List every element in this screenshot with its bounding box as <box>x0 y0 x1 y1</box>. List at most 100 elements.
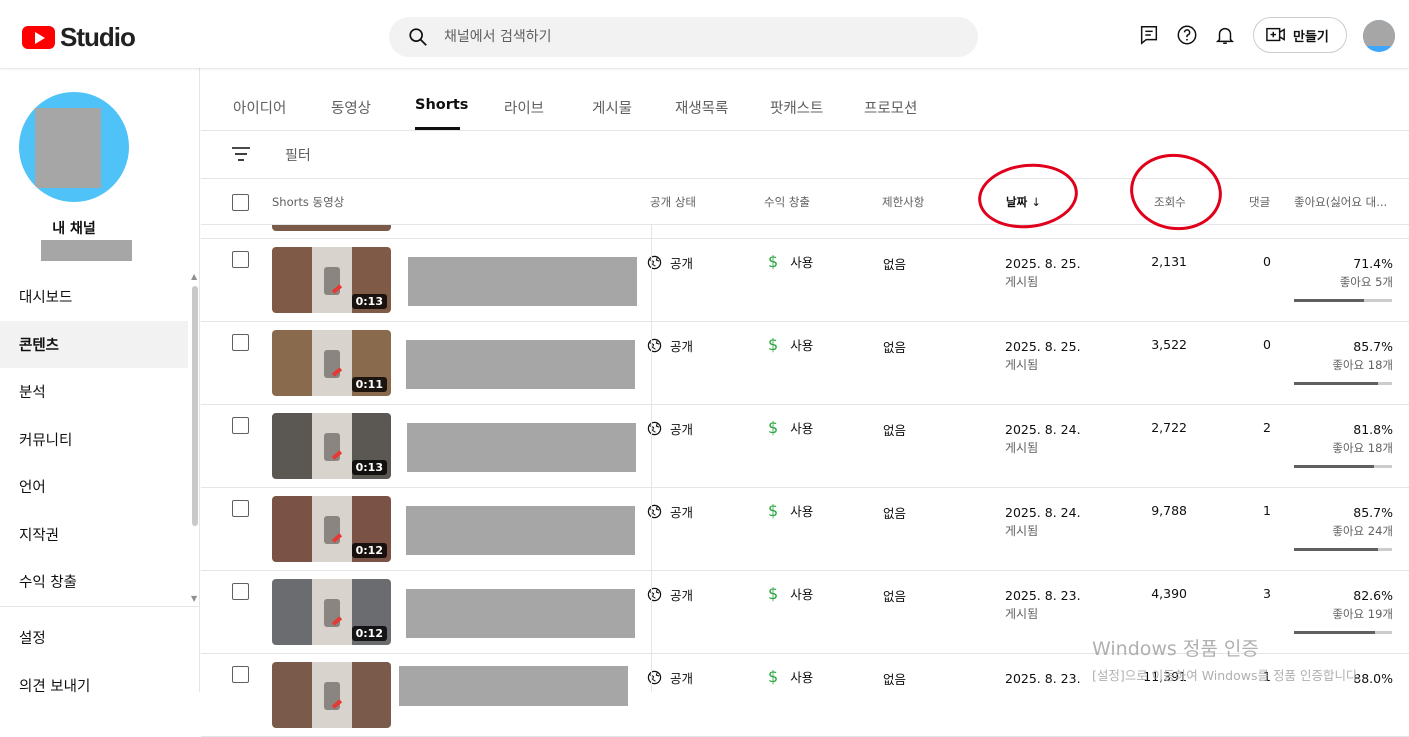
row-checkbox[interactable] <box>232 583 249 600</box>
video-thumbnail[interactable]: 0:12 <box>272 579 391 645</box>
monetization-cell[interactable]: $ 사용 <box>768 418 813 437</box>
video-thumbnail[interactable]: 0:13 <box>272 247 391 313</box>
tab-ideas[interactable]: 아이디어 <box>233 97 286 118</box>
column-header-restrictions[interactable]: 제한사항 <box>882 194 924 210</box>
like-ratio-bar <box>1294 299 1392 302</box>
dollar-icon: $ <box>768 252 779 271</box>
row-checkbox[interactable] <box>232 500 249 517</box>
visibility-cell[interactable]: 공개 <box>647 419 693 438</box>
like-ratio-fill <box>1294 382 1379 385</box>
redacted-video-title[interactable] <box>406 506 635 555</box>
scroll-down-arrow-icon[interactable]: ▼ <box>191 594 197 603</box>
column-header-monetization[interactable]: 수익 창출 <box>764 194 810 210</box>
like-ratio-fill <box>1294 299 1364 302</box>
like-percentage: 81.8% <box>1353 422 1393 437</box>
sidebar-scrollbar[interactable] <box>192 286 198 526</box>
tab-posts[interactable]: 게시물 <box>592 97 632 118</box>
create-button[interactable]: 만들기 <box>1253 17 1347 53</box>
search-icon <box>409 28 427 46</box>
table-row[interactable]: 0:11 공개 $ 사용 없음 2025. 8. 25. 게시됨 3,522 0 85.7% 좋아요… <box>201 322 1409 405</box>
content-tabs: 아이디어 동영상 Shorts 라이브 게시물 재생목록 팟캐스트 프로모션 <box>201 68 1409 131</box>
like-ratio-bar <box>1294 548 1392 551</box>
feedback-icon[interactable] <box>1138 24 1160 46</box>
date-cell: 2025. 8. 23. 게시됨 <box>1005 586 1081 624</box>
sidebar-item-monetization[interactable]: 수익 창출 <box>0 558 188 606</box>
publish-status: 게시됨 <box>1005 275 1039 289</box>
tab-videos[interactable]: 동영상 <box>331 97 371 118</box>
row-checkbox[interactable] <box>232 251 249 268</box>
column-header-comments[interactable]: 댓글 <box>1249 194 1270 210</box>
search-input[interactable] <box>444 29 944 45</box>
monetization-cell[interactable]: $ 사용 <box>768 335 813 354</box>
help-icon[interactable] <box>1176 24 1198 46</box>
table-row[interactable]: 0:13 공개 $ 사용 없음 2025. 8. 25. 게시됨 2,131 0 71.4% 좋아요… <box>201 239 1409 322</box>
filter-placeholder[interactable]: 필터 <box>285 145 311 165</box>
table-row[interactable]: 0:13 공개 $ 사용 없음 2025. 8. 24. 게시됨 2,722 2 81.8% 좋아요… <box>201 405 1409 488</box>
account-avatar[interactable] <box>1363 20 1395 52</box>
sidebar-item-community[interactable]: 커뮤니티 <box>0 416 188 464</box>
like-ratio-bar <box>1294 465 1392 468</box>
date-cell: 2025. 8. 24. 게시됨 <box>1005 503 1081 541</box>
dollar-icon: $ <box>768 501 779 520</box>
video-duration: 0:13 <box>351 294 387 309</box>
redacted-video-title[interactable] <box>407 423 636 472</box>
search-box[interactable] <box>389 17 978 57</box>
sidebar-item-analytics[interactable]: 분석 <box>0 368 188 416</box>
visibility-cell[interactable]: 공개 <box>647 585 694 604</box>
filter-icon[interactable] <box>231 145 251 163</box>
sidebar-item-feedback[interactable]: 의견 보내기 <box>0 662 188 710</box>
visibility-cell[interactable]: 공개 <box>647 336 693 355</box>
globe-icon <box>647 421 662 436</box>
monetization-cell[interactable]: $ 사용 <box>768 667 813 686</box>
sidebar-item-copyright[interactable]: 지작권 <box>0 511 188 559</box>
video-thumbnail[interactable]: 0:12 <box>272 496 391 562</box>
sidebar-item-language[interactable]: 언어 <box>0 463 188 511</box>
thumbnail-frame <box>312 662 352 728</box>
visibility-cell[interactable]: 공개 <box>647 668 693 687</box>
video-thumbnail[interactable] <box>272 662 391 728</box>
monetization-cell[interactable]: $ 사용 <box>768 252 813 271</box>
row-checkbox[interactable] <box>232 666 249 683</box>
tab-promotions[interactable]: 프로모션 <box>864 97 917 118</box>
thumbnail-frame <box>312 496 352 562</box>
tab-live[interactable]: 라이브 <box>504 97 544 118</box>
visibility-cell[interactable]: 공개 <box>647 502 693 521</box>
notifications-bell-icon[interactable] <box>1214 24 1236 46</box>
sidebar-item-content[interactable]: 콘텐츠 <box>0 320 188 368</box>
redacted-video-title[interactable] <box>399 666 628 706</box>
column-header-likes[interactable]: 좋아요(싫어요 대... <box>1294 194 1387 210</box>
monetization-cell[interactable]: $ 사용 <box>768 584 813 603</box>
video-thumbnail[interactable]: 0:11 <box>272 330 391 396</box>
filter-bar[interactable]: 필터 <box>201 131 1409 179</box>
row-checkbox[interactable] <box>232 417 249 434</box>
tab-shorts[interactable]: Shorts <box>415 97 468 113</box>
scroll-up-arrow-icon[interactable]: ▲ <box>191 272 197 281</box>
select-all-checkbox[interactable] <box>232 194 249 211</box>
tab-podcasts[interactable]: 팟캐스트 <box>770 97 823 118</box>
monetization-label: 사용 <box>790 421 814 436</box>
redacted-video-title[interactable] <box>408 257 637 306</box>
visibility-label: 공개 <box>670 588 694 603</box>
dollar-icon: $ <box>768 584 779 603</box>
dollar-icon: $ <box>768 418 779 437</box>
redacted-video-title[interactable] <box>406 340 635 389</box>
row-checkbox[interactable] <box>232 334 249 351</box>
monetization-cell[interactable]: $ 사용 <box>768 501 813 520</box>
sidebar-divider <box>0 606 200 607</box>
column-header-visibility[interactable]: 공개 상태 <box>644 194 696 210</box>
publish-status: 게시됨 <box>1005 524 1039 538</box>
sidebar-item-settings[interactable]: 설정 <box>0 614 188 662</box>
publish-date: 2025. 8. 24. <box>1005 505 1081 520</box>
studio-logo[interactable]: Studio <box>22 22 136 53</box>
redacted-video-title[interactable] <box>406 589 635 638</box>
create-video-icon <box>1266 27 1285 42</box>
video-thumbnail[interactable]: 0:13 <box>272 413 391 479</box>
table-row[interactable]: 0:12 공개 $ 사용 없음 2025. 8. 24. 게시됨 9,788 1 85.7% 좋아요… <box>201 488 1409 571</box>
restrictions-value: 없음 <box>883 506 907 521</box>
comments-value: 3 <box>1263 586 1271 601</box>
channel-avatar[interactable] <box>19 92 129 202</box>
tab-playlists[interactable]: 재생목록 <box>675 97 728 118</box>
visibility-cell[interactable]: 공개 <box>647 253 693 272</box>
brand-name: Studio <box>60 22 136 52</box>
sidebar-item-dashboard[interactable]: 대시보드 <box>0 273 188 321</box>
